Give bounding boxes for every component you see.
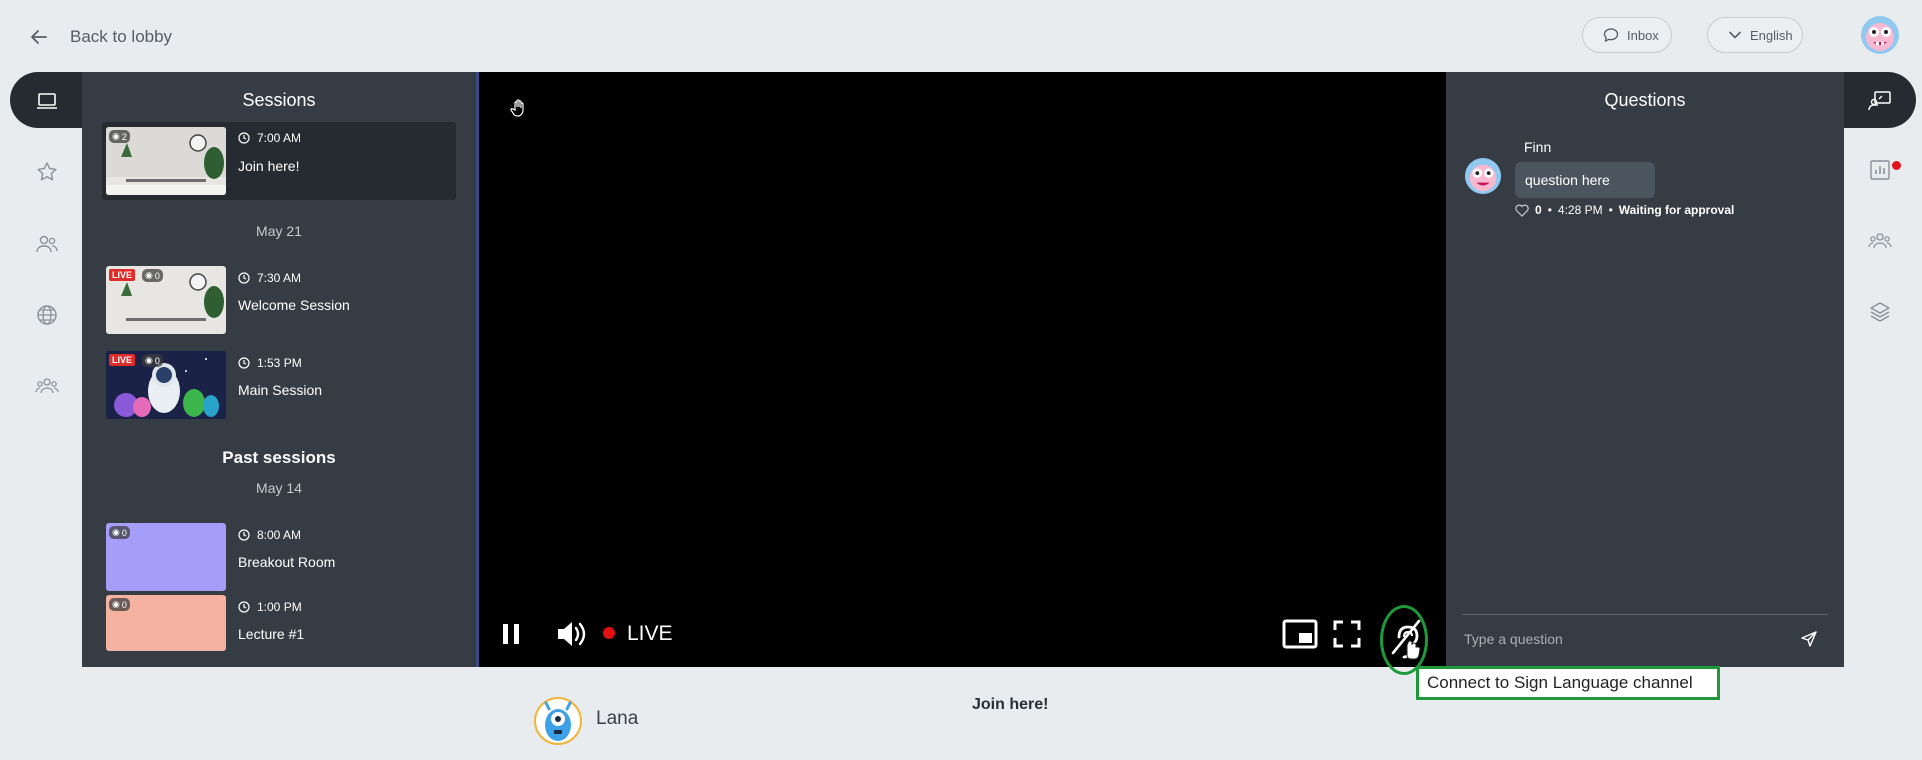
language-label: English bbox=[1750, 27, 1793, 43]
live-badge: LIVE bbox=[109, 269, 136, 281]
presenter-avatar bbox=[534, 697, 582, 745]
clock-icon bbox=[238, 272, 250, 284]
session-title: Breakout Room bbox=[238, 554, 336, 570]
video-player[interactable] bbox=[478, 72, 1446, 667]
session-card[interactable]: LIVE ◉ 0 7:30 AM Welcome Session bbox=[106, 266, 458, 342]
question-meta: 0 • 4:28 PM • Waiting for approval bbox=[1515, 203, 1734, 217]
question-author: Finn bbox=[1524, 139, 1552, 155]
inbox-button[interactable]: Inbox bbox=[1582, 17, 1672, 53]
pause-button[interactable] bbox=[499, 622, 523, 646]
back-to-lobby-label: Back to lobby bbox=[70, 27, 173, 46]
star-icon[interactable] bbox=[35, 160, 59, 184]
presenter-icon[interactable] bbox=[1868, 89, 1892, 113]
clock-icon bbox=[238, 132, 250, 144]
poll-chart-icon[interactable] bbox=[1868, 158, 1892, 182]
eye-icon: ◉ bbox=[145, 355, 153, 365]
raise-hand-icon[interactable] bbox=[509, 98, 529, 118]
language-select[interactable]: English bbox=[1707, 17, 1803, 53]
session-thumbnail: LIVE ◉ 0 bbox=[106, 266, 226, 334]
viewer-count-badge: ◉ 0 bbox=[109, 526, 130, 539]
live-badge: LIVE bbox=[109, 354, 136, 366]
session-time: 1:00 PM bbox=[238, 600, 302, 614]
question-likes: 0 bbox=[1535, 203, 1542, 217]
question-author-avatar bbox=[1464, 157, 1502, 195]
eye-icon: ◉ bbox=[112, 599, 120, 609]
questions-title: Questions bbox=[1604, 89, 1686, 110]
picture-in-picture-button[interactable] bbox=[1282, 619, 1318, 649]
sessions-title: Sessions bbox=[242, 89, 316, 110]
session-card-current[interactable]: ◉ 2 7:00 AM Join here! bbox=[102, 122, 456, 200]
session-card[interactable]: ◉ 0 1:00 PM Lecture #1 bbox=[106, 595, 458, 671]
inbox-label: Inbox bbox=[1627, 27, 1659, 43]
left-rail bbox=[10, 72, 82, 667]
clock-icon bbox=[238, 529, 250, 541]
question-input[interactable] bbox=[1462, 628, 1796, 650]
send-icon[interactable] bbox=[1800, 630, 1818, 648]
chat-bubble-icon bbox=[1603, 27, 1619, 43]
viewer-count-badge: ◉ 0 bbox=[109, 598, 130, 611]
viewer-count-badge: ◉ 2 bbox=[109, 130, 130, 143]
user-avatar[interactable] bbox=[1860, 15, 1900, 55]
eye-icon: ◉ bbox=[112, 527, 120, 537]
session-title: Welcome Session bbox=[238, 297, 350, 313]
notification-dot bbox=[1892, 161, 1901, 170]
clock-icon bbox=[238, 601, 250, 613]
viewer-count-badge: ◉ 0 bbox=[142, 269, 163, 282]
session-thumbnail: ◉ 0 bbox=[106, 595, 226, 651]
eye-icon: ◉ bbox=[145, 270, 153, 280]
globe-icon[interactable] bbox=[35, 303, 59, 327]
arrow-left-icon bbox=[30, 28, 48, 46]
question-input-divider bbox=[1462, 614, 1828, 615]
session-title: Main Session bbox=[238, 382, 323, 398]
session-time: 1:53 PM bbox=[238, 356, 302, 370]
meta-separator: • bbox=[1608, 203, 1613, 217]
eye-icon: ◉ bbox=[112, 131, 120, 141]
date-heading: May 14 bbox=[256, 480, 302, 496]
live-indicator-dot bbox=[603, 627, 615, 639]
chevron-down-icon bbox=[1728, 28, 1742, 42]
session-title: Join here! bbox=[238, 158, 300, 174]
laptop-icon[interactable] bbox=[35, 89, 59, 113]
session-card[interactable]: LIVE ◉ 0 1:53 PM Main Session bbox=[106, 351, 458, 427]
date-heading: May 21 bbox=[256, 223, 302, 239]
attendees-icon[interactable] bbox=[1868, 229, 1892, 253]
live-label: LIVE bbox=[627, 622, 673, 645]
past-sessions-heading: Past sessions bbox=[222, 448, 336, 467]
question-status: Waiting for approval bbox=[1618, 203, 1735, 217]
session-thumbnail: ◉ 2 bbox=[106, 127, 226, 195]
layers-icon[interactable] bbox=[1868, 300, 1892, 324]
session-time: 7:00 AM bbox=[238, 131, 301, 145]
question-time: 4:28 PM bbox=[1557, 203, 1603, 217]
session-thumbnail: LIVE ◉ 0 bbox=[106, 351, 226, 419]
sign-language-button[interactable] bbox=[1389, 617, 1423, 661]
heart-icon[interactable] bbox=[1515, 204, 1529, 217]
session-thumbnail: ◉ 0 bbox=[106, 523, 226, 591]
volume-button[interactable] bbox=[555, 618, 589, 650]
session-title: Lecture #1 bbox=[238, 626, 305, 642]
meta-separator: • bbox=[1547, 203, 1552, 217]
presenter-name: Lana bbox=[596, 708, 639, 729]
question-text: question here bbox=[1515, 162, 1655, 198]
session-time: 8:00 AM bbox=[238, 528, 301, 542]
right-rail bbox=[1844, 128, 1916, 667]
session-time: 7:30 AM bbox=[238, 271, 301, 285]
sign-language-tooltip: Connect to Sign Language channel bbox=[1416, 666, 1720, 700]
group-icon[interactable] bbox=[35, 374, 59, 398]
current-session-title: Join here! bbox=[972, 696, 1049, 713]
clock-icon bbox=[238, 357, 250, 369]
sidebar-divider bbox=[476, 72, 479, 667]
people-icon[interactable] bbox=[35, 232, 59, 256]
back-to-lobby-link[interactable]: Back to lobby bbox=[30, 20, 172, 54]
viewer-count-badge: ◉ 0 bbox=[142, 354, 163, 367]
session-card[interactable]: ◉ 0 8:00 AM Breakout Room bbox=[106, 523, 458, 599]
fullscreen-button[interactable] bbox=[1333, 620, 1361, 648]
